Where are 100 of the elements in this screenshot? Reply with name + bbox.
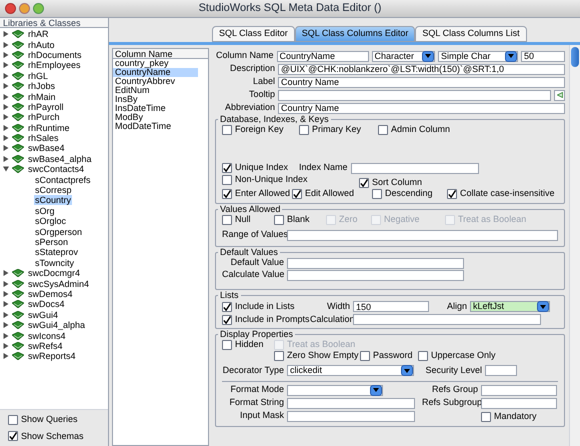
checkbox[interactable]: [447, 188, 457, 198]
checkbox[interactable]: [222, 163, 232, 173]
tree-item[interactable]: sOrgperson: [34, 226, 84, 237]
tree-item[interactable]: rhAuto: [27, 40, 56, 50]
tree-item[interactable]: swDocs4: [27, 299, 66, 310]
collapsed-arrow-icon[interactable]: [3, 145, 9, 152]
collapsed-arrow-icon[interactable]: [3, 124, 9, 131]
checkbox[interactable]: [299, 125, 309, 135]
tree-item[interactable]: swcSysAdmin4: [27, 278, 90, 289]
checkbox[interactable]: [8, 431, 18, 442]
scrollbar[interactable]: [569, 45, 580, 446]
tree-item[interactable]: rhGL: [27, 70, 50, 81]
tree-item[interactable]: swReports4: [27, 351, 77, 362]
collapsed-arrow-icon[interactable]: [3, 114, 9, 120]
input-field[interactable]: 50: [521, 50, 566, 62]
checkbox[interactable]: [274, 215, 284, 225]
zoom-button[interactable]: [33, 3, 44, 14]
tree-item[interactable]: rhJobs: [27, 81, 56, 92]
input-field[interactable]: [485, 365, 517, 376]
input-field[interactable]: [353, 314, 541, 325]
input-field[interactable]: [350, 162, 479, 174]
tree-item[interactable]: swIcons4: [27, 330, 67, 341]
dropdown[interactable]: clickedit: [287, 365, 414, 376]
tree-item[interactable]: swBase4: [27, 143, 66, 154]
collapsed-arrow-icon[interactable]: [3, 94, 9, 100]
input-field[interactable]: [278, 90, 551, 100]
tree-item[interactable]: swGui4: [27, 310, 60, 320]
collapsed-arrow-icon[interactable]: [3, 72, 9, 79]
checkbox[interactable]: [8, 414, 18, 425]
collapsed-arrow-icon[interactable]: [3, 290, 9, 297]
tooltip-button[interactable]: [554, 90, 565, 100]
list-item[interactable]: CountryName: [113, 68, 198, 77]
checkbox[interactable]: [481, 412, 491, 422]
tree-item[interactable]: rhMain: [27, 92, 57, 102]
tree-item[interactable]: rhPayroll: [27, 102, 65, 112]
input-field[interactable]: [287, 270, 464, 280]
dropdown-button[interactable]: [505, 50, 518, 62]
collapsed-arrow-icon[interactable]: [3, 342, 9, 349]
input-field[interactable]: 150: [353, 301, 429, 312]
dropdown-button[interactable]: [422, 50, 434, 62]
collapsed-arrow-icon[interactable]: [3, 135, 9, 142]
tree-item[interactable]: rhDocuments: [27, 50, 83, 60]
collapsed-arrow-icon[interactable]: [3, 270, 9, 276]
dropdown-button[interactable]: [537, 301, 549, 312]
checkbox[interactable]: [418, 351, 428, 361]
collapsed-arrow-icon[interactable]: [3, 52, 9, 58]
checkbox[interactable]: [222, 340, 232, 350]
input-field[interactable]: Country Name: [278, 102, 565, 114]
collapsed-arrow-icon[interactable]: [3, 62, 9, 68]
input-field[interactable]: [481, 384, 557, 396]
tree-item[interactable]: rhPurch: [27, 112, 61, 122]
checkbox[interactable]: [274, 351, 284, 361]
list-item[interactable]: CountryAbbrev: [113, 77, 198, 86]
checkbox[interactable]: [359, 178, 369, 188]
checkbox[interactable]: [222, 175, 232, 185]
tree-item[interactable]: sOrg: [34, 206, 56, 216]
tab[interactable]: SQL Class Columns List: [415, 26, 527, 42]
tree-item[interactable]: swcContacts4: [27, 164, 86, 174]
tree-item[interactable]: sPerson: [34, 237, 70, 247]
tree-item[interactable]: sContactprefs: [34, 174, 92, 185]
expanded-arrow-icon[interactable]: [3, 166, 9, 172]
dropdown[interactable]: Simple Char: [438, 50, 518, 62]
checkbox[interactable]: [222, 302, 232, 312]
list-item[interactable]: country_pkey: [113, 59, 198, 68]
dropdown[interactable]: [287, 384, 383, 396]
tree-item[interactable]: swGui4_alpha: [27, 320, 86, 330]
tree-item[interactable]: sTowncity: [34, 258, 76, 268]
checkbox[interactable]: [222, 314, 232, 324]
input-field[interactable]: [287, 258, 464, 268]
tree-item[interactable]: swBase4_alpha: [27, 154, 93, 164]
tree-item[interactable]: rhAR: [27, 29, 50, 40]
tree-item[interactable]: rhSales: [27, 133, 60, 144]
collapsed-arrow-icon[interactable]: [3, 42, 9, 48]
input-field[interactable]: [481, 398, 557, 408]
checkbox[interactable]: [372, 188, 382, 198]
input-field[interactable]: [287, 230, 558, 240]
tree-item[interactable]: swcDocmgr4: [27, 268, 82, 278]
tree-item[interactable]: sStateprov: [34, 247, 80, 258]
collapsed-arrow-icon[interactable]: [3, 353, 9, 360]
tree-item[interactable]: sOrgloc: [34, 216, 68, 226]
dropdown-button[interactable]: [370, 384, 382, 396]
checkbox[interactable]: [292, 188, 302, 198]
checkbox[interactable]: [222, 188, 232, 198]
input-field[interactable]: [287, 398, 415, 408]
dropdown[interactable]: kLeftJst: [470, 301, 550, 312]
collapsed-arrow-icon[interactable]: [3, 332, 9, 339]
collapsed-arrow-icon[interactable]: [3, 322, 9, 328]
checkbox[interactable]: [222, 215, 232, 225]
collapsed-arrow-icon[interactable]: [3, 31, 9, 38]
input-field[interactable]: Country Name: [278, 76, 565, 88]
checkbox[interactable]: [378, 125, 388, 135]
checkbox[interactable]: [360, 351, 370, 361]
tab[interactable]: SQL Class Columns Editor: [294, 26, 416, 42]
input-field[interactable]: @UIX`@CHK:noblankzero`@LST:width(150)`@SRT:1,0: [278, 64, 565, 74]
collapsed-arrow-icon[interactable]: [3, 83, 9, 90]
collapsed-arrow-icon[interactable]: [3, 104, 9, 110]
tab[interactable]: SQL Class Editor: [212, 26, 295, 42]
list-item[interactable]: ModDateTime: [113, 122, 198, 131]
list-item[interactable]: InsDateTime: [113, 104, 198, 113]
tree-item[interactable]: rhRuntime: [27, 122, 71, 133]
